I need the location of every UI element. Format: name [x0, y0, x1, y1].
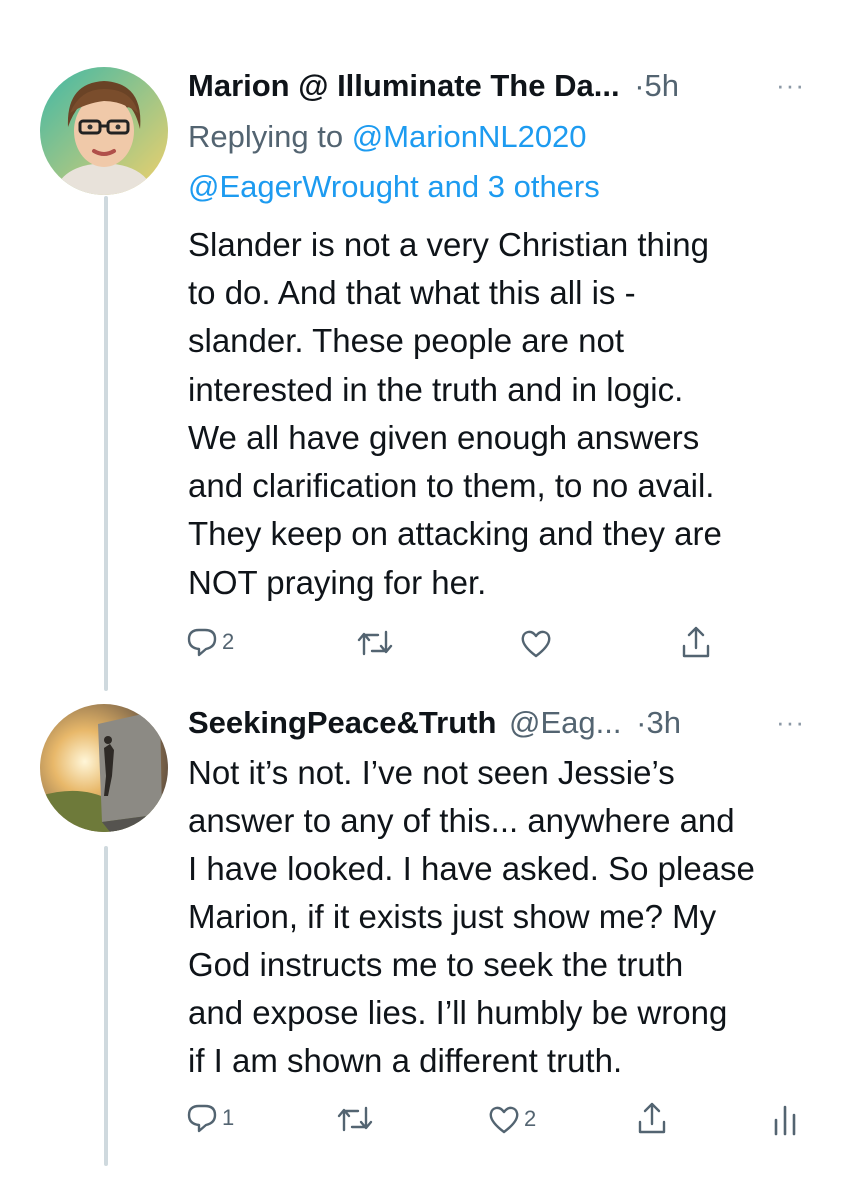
tweet1-text-line: and clarification to them, to no avail. — [188, 467, 715, 504]
tweet1-replying-to: Replying to @MarionNL2020 — [188, 112, 587, 162]
tweet1-reply-button[interactable]: 2 — [186, 626, 234, 658]
retweet-icon — [357, 630, 393, 656]
tweet2-text-line: God instructs me to seek the truth — [188, 946, 684, 983]
avatar-marion[interactable] — [40, 67, 168, 195]
tweet2-display-name[interactable]: SeekingPeace&Truth — [188, 705, 496, 740]
tweet1-text-line: We all have given enough answers — [188, 419, 700, 456]
avatar-landscape-icon — [40, 704, 168, 832]
tweet2-text-line: I have looked. I have asked. So please — [188, 850, 755, 887]
tweet1-like-button[interactable] — [520, 628, 552, 658]
tweet1-text-line: NOT praying for her. — [188, 564, 487, 601]
tweet1-display-name[interactable]: Marion @ Illuminate The Da... — [188, 68, 620, 103]
reply-icon — [187, 1104, 217, 1133]
share-icon — [638, 1102, 666, 1134]
tweet2-analytics-button[interactable] — [772, 1104, 798, 1136]
tweet2-reply-button[interactable]: 1 — [186, 1102, 234, 1134]
avatar-seekingpeace[interactable] — [40, 704, 168, 832]
replying-to-others[interactable]: @EagerWrought and 3 others — [188, 162, 600, 212]
tweet2-text-line: and expose lies. I’ll humbly be wrong — [188, 994, 728, 1031]
tweet2-text-line: Marion, if it exists just show me? My — [188, 898, 717, 935]
analytics-icon — [774, 1105, 796, 1136]
tweet1-text-line: slander. These people are not — [188, 322, 625, 359]
tweet1-text-line: interested in the truth and in logic. — [188, 371, 684, 408]
tweet2-like-count: 2 — [524, 1106, 537, 1131]
tweet2-header: SeekingPeace&Truth @Eag... ·3h — [188, 703, 681, 743]
like-icon — [489, 1106, 519, 1134]
tweet2-timestamp[interactable]: 3h — [646, 705, 680, 740]
tweet2-reply-count: 1 — [222, 1105, 235, 1130]
tweet1-text-line: They keep on attacking and they are — [188, 515, 722, 552]
share-icon — [682, 626, 710, 658]
tweet1-separator: · — [634, 68, 645, 103]
replying-to-label: Replying to — [188, 119, 344, 154]
tweet2-share-button[interactable] — [636, 1100, 668, 1136]
tweet1-header: Marion @ Illuminate The Da... ·5h — [188, 66, 679, 106]
replying-to-handle[interactable]: @MarionNL2020 — [352, 119, 587, 154]
tweet2-like-button[interactable]: 2 — [488, 1104, 536, 1134]
retweet-icon — [337, 1106, 373, 1132]
tweet2-text-line: answer to any of this... anywhere and — [188, 802, 735, 839]
tweet2-text-line: if I am shown a different truth. — [188, 1042, 623, 1079]
tweet1-reply-count: 2 — [222, 629, 235, 654]
reply-icon — [187, 628, 217, 657]
tweet1-retweet-button[interactable] — [356, 628, 394, 658]
tweet1-timestamp[interactable]: 5h — [645, 68, 679, 103]
tweet2-separator: · — [636, 705, 647, 740]
tweet2-handle[interactable]: @Eag... — [509, 705, 621, 740]
tweet1-text-line: Slander is not a very Christian thing — [188, 226, 709, 263]
tweet2-retweet-button[interactable] — [336, 1104, 374, 1134]
avatar-portrait-icon — [40, 67, 168, 195]
tweet2-more-icon[interactable]: ··· — [776, 707, 805, 738]
tweet2-text-line: Not it’s not. I’ve not seen Jessie’s — [188, 754, 675, 791]
thread-line-bottom — [104, 846, 108, 1166]
thread-line-top — [104, 196, 108, 691]
tweet1-share-button[interactable] — [680, 624, 712, 660]
tweet1-text-line: to do. And that what this all is - — [188, 274, 636, 311]
tweet1-more-icon[interactable]: ··· — [776, 70, 805, 101]
like-icon — [521, 630, 551, 658]
